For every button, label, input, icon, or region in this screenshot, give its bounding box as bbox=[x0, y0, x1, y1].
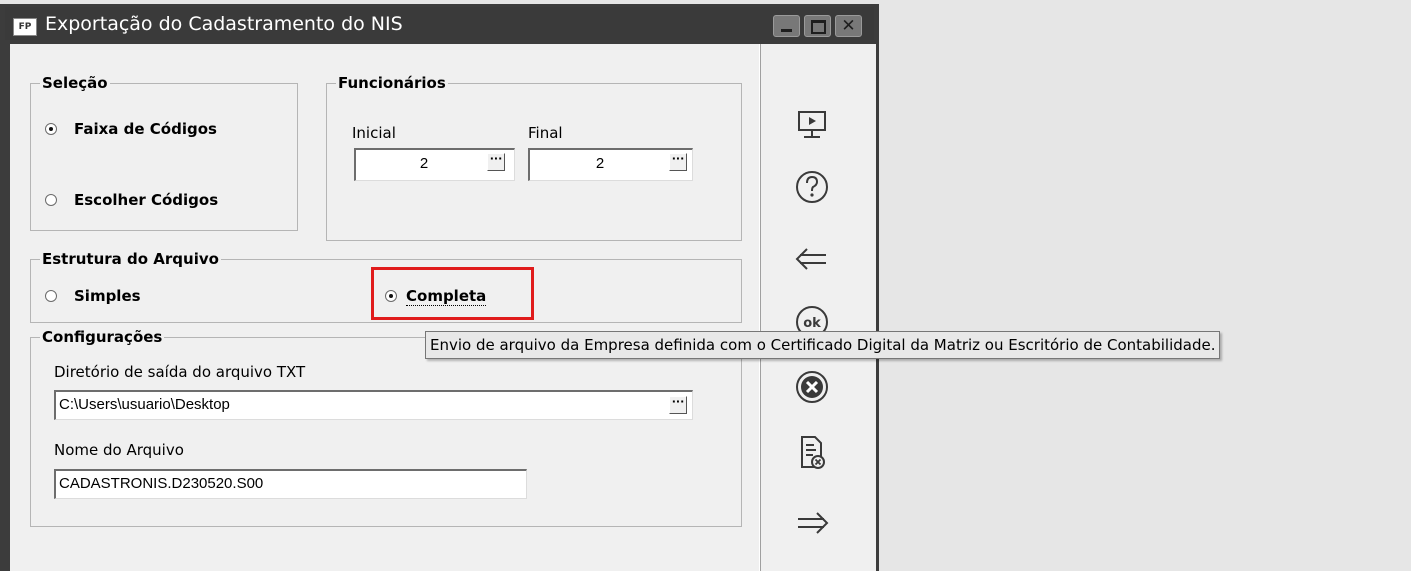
completa-tooltip: Envio de arquivo da Empresa definida com… bbox=[425, 331, 1221, 359]
monitor-icon[interactable] bbox=[792, 107, 832, 147]
inicial-lookup-button[interactable]: ··· bbox=[487, 153, 505, 171]
maximize-button[interactable] bbox=[804, 15, 831, 37]
configuracoes-group-title: Configurações bbox=[40, 328, 165, 346]
funcionarios-group-title: Funcionários bbox=[336, 74, 448, 92]
selecao-group-title: Seleção bbox=[40, 74, 110, 92]
nome-arquivo-field[interactable]: CADASTRONIS.D230520.S00 bbox=[54, 469, 527, 499]
ok-icon[interactable]: ok bbox=[792, 302, 832, 332]
forward-arrow-icon[interactable] bbox=[792, 503, 832, 543]
cancel-icon[interactable] bbox=[792, 367, 832, 407]
faixa-codigos-radio[interactable] bbox=[45, 123, 57, 135]
final-label: Final bbox=[528, 124, 563, 142]
svg-text:ok: ok bbox=[803, 316, 821, 331]
app-icon: FP bbox=[13, 18, 37, 36]
help-icon[interactable] bbox=[792, 167, 832, 207]
window-title: Exportação do Cadastramento do NIS bbox=[45, 13, 403, 35]
dir-label: Diretório de saída do arquivo TXT bbox=[54, 363, 306, 381]
estrutura-group-title: Estrutura do Arquivo bbox=[40, 250, 221, 268]
simples-radio[interactable] bbox=[45, 290, 57, 302]
dir-field[interactable]: C:\Users\usuario\Desktop bbox=[54, 390, 693, 420]
faixa-codigos-label[interactable]: Faixa de Códigos bbox=[74, 120, 217, 138]
close-button[interactable]: ✕ bbox=[835, 15, 862, 37]
completa-radio[interactable] bbox=[385, 290, 397, 302]
completa-label[interactable]: Completa bbox=[406, 287, 487, 306]
escolher-codigos-label[interactable]: Escolher Códigos bbox=[74, 191, 218, 209]
final-lookup-button[interactable]: ··· bbox=[669, 153, 687, 171]
escolher-codigos-radio[interactable] bbox=[45, 194, 57, 206]
inicial-label: Inicial bbox=[352, 124, 396, 142]
nome-arquivo-label: Nome do Arquivo bbox=[54, 441, 184, 459]
back-arrow-icon[interactable] bbox=[792, 239, 832, 279]
simples-label[interactable]: Simples bbox=[74, 287, 141, 305]
minimize-button[interactable] bbox=[773, 15, 800, 37]
dir-browse-button[interactable]: ··· bbox=[669, 396, 687, 414]
document-delete-icon[interactable] bbox=[792, 433, 832, 473]
